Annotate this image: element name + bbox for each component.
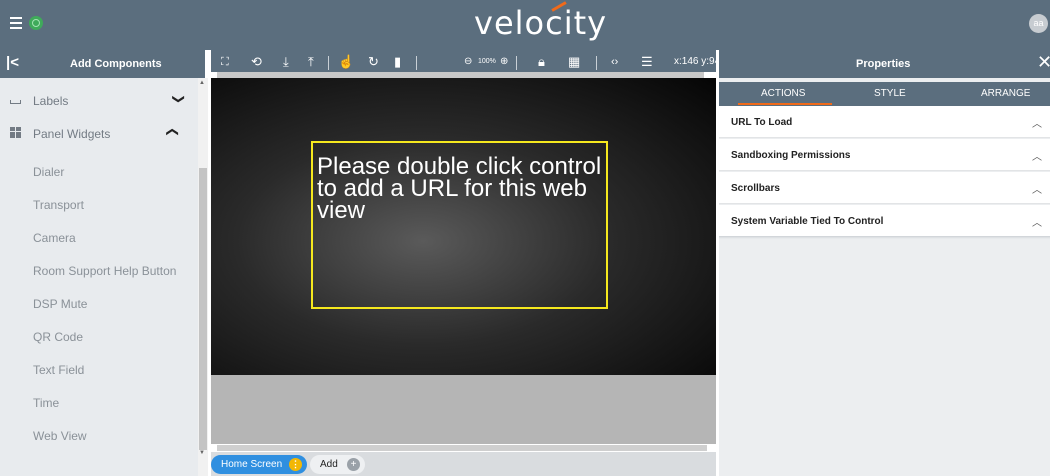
web-view-control[interactable]: Please double click control to add a URL…: [311, 141, 608, 309]
group-labels[interactable]: Labels ❯: [0, 84, 198, 117]
canvas-scroll-thumb[interactable]: [217, 445, 707, 451]
group-labels-label: Labels: [33, 94, 69, 108]
section-url-to-load[interactable]: URL To Load ︿: [719, 106, 1050, 138]
refresh-icon[interactable]: ↻: [368, 55, 379, 69]
tab-home-screen[interactable]: Home Screen ⋮: [211, 455, 307, 474]
more-options-icon[interactable]: ⋮: [289, 458, 302, 471]
grid-icon[interactable]: ▦: [568, 55, 580, 69]
list-item-dsp-mute[interactable]: DSP Mute: [33, 297, 87, 311]
left-scroll-thumb[interactable]: [199, 168, 207, 450]
group-panel-widgets-label: Panel Widgets: [33, 127, 111, 141]
toolbar-divider: [416, 56, 417, 70]
align-icon[interactable]: ☰: [641, 55, 653, 69]
tab-actions[interactable]: ACTIONS: [761, 88, 805, 99]
list-item-camera[interactable]: Camera: [33, 231, 76, 245]
section-sandboxing-permissions-title: Sandboxing Permissions: [731, 150, 851, 161]
section-scrollbars-title: Scrollbars: [731, 183, 780, 194]
zoom-out-icon[interactable]: ⊖: [464, 55, 472, 69]
list-item-transport[interactable]: Transport: [33, 198, 84, 212]
properties-header: Properties ✕: [719, 50, 1050, 78]
toolbar-divider: [328, 56, 329, 70]
chevron-up-icon[interactable]: ❮: [166, 127, 180, 137]
web-view-placeholder-text: Please double click control to add a URL…: [317, 153, 602, 224]
cursor-coordinates: x:146 y:94: [674, 56, 716, 67]
page-tabs-bar: Home Screen ⋮ Add +: [211, 452, 716, 476]
properties-tabs: ACTIONS STYLE ARRANGE: [719, 82, 1050, 106]
properties-title: Properties: [856, 58, 911, 70]
list-item-time[interactable]: Time: [33, 396, 59, 410]
code-icon[interactable]: ‹›: [611, 55, 618, 69]
list-item-web-view[interactable]: Web View: [33, 429, 87, 443]
collapse-panel-icon[interactable]: |<: [6, 54, 19, 71]
section-scrollbars[interactable]: Scrollbars ︿: [719, 172, 1050, 204]
chevron-up-icon[interactable]: ︿: [1032, 148, 1042, 163]
rotate-icon[interactable]: ⟲: [251, 55, 262, 69]
tab-arrange[interactable]: ARRANGE: [981, 88, 1030, 99]
zoom-in-icon[interactable]: ⊕: [500, 55, 508, 69]
left-scrollbar[interactable]: ▲ ▼: [198, 78, 208, 476]
add-components-title: Add Components: [70, 58, 162, 70]
tab-add-label: Add: [320, 459, 338, 470]
component-list: Labels ❯ Panel Widgets ❮ Dialer Transpor…: [0, 78, 198, 476]
globe-icon[interactable]: [29, 16, 43, 30]
list-item-dialer[interactable]: Dialer: [33, 165, 64, 179]
web-view-background: Please double click control to add a URL…: [211, 78, 716, 375]
list-item-qr-code[interactable]: QR Code: [33, 330, 83, 344]
chevron-up-icon[interactable]: ︿: [1032, 181, 1042, 196]
scroll-down-icon[interactable]: ▼: [199, 450, 205, 456]
group-panel-widgets[interactable]: Panel Widgets ❮: [0, 117, 198, 150]
tab-style[interactable]: STYLE: [874, 88, 906, 99]
accordion-shadow: [719, 236, 1050, 239]
touch-icon[interactable]: ☝: [338, 55, 354, 69]
plus-icon[interactable]: +: [347, 458, 360, 471]
download-icon[interactable]: ⤓: [283, 55, 289, 69]
user-avatar[interactable]: aa: [1029, 14, 1048, 33]
active-tab-indicator: [738, 103, 832, 105]
zoom-level: 100%: [478, 58, 496, 65]
scroll-up-icon[interactable]: ▲: [199, 80, 205, 86]
section-sandboxing-permissions[interactable]: Sandboxing Permissions ︿: [719, 139, 1050, 171]
section-system-variable-title: System Variable Tied To Control: [731, 216, 884, 227]
upload-icon[interactable]: ⤒: [308, 55, 314, 69]
chevron-up-icon[interactable]: ︿: [1032, 214, 1042, 229]
screen-fit-icon[interactable]: ⛶: [221, 55, 229, 69]
toolbar-divider: [516, 56, 517, 70]
widgets-icon: [10, 127, 21, 138]
app-window: velocity aa |< Add Components Labels ❯ P…: [0, 0, 1050, 476]
section-url-to-load-title: URL To Load: [731, 117, 793, 128]
section-system-variable[interactable]: System Variable Tied To Control ︿: [719, 205, 1050, 237]
chevron-up-icon[interactable]: ︿: [1032, 115, 1042, 130]
toolbar-divider: [596, 56, 597, 70]
add-components-header: |< Add Components: [0, 50, 205, 78]
list-item-room-support-help-button[interactable]: Room Support Help Button: [33, 264, 176, 278]
canvas-scrollbar[interactable]: [211, 444, 716, 452]
chevron-down-icon[interactable]: ❯: [172, 94, 186, 104]
labels-icon: [10, 100, 21, 104]
top-bar: velocity aa: [0, 0, 1050, 50]
list-item-text-field[interactable]: Text Field: [33, 363, 84, 377]
velocity-logo: velocity: [474, 4, 608, 42]
canvas-toolbar: ⛶ ⟲ ⤓ ⤒ ☝ ↻ ▮ ⊖ 100% ⊕ 🔒︎ ▦ ‹› ☰ x:146 y…: [211, 50, 716, 78]
tab-add-page[interactable]: Add +: [310, 455, 365, 474]
tab-home-screen-label: Home Screen: [221, 459, 283, 470]
close-icon[interactable]: ✕: [1037, 52, 1050, 73]
design-canvas[interactable]: Please double click control to add a URL…: [211, 78, 716, 444]
lock-icon[interactable]: 🔒︎: [538, 55, 545, 69]
hamburger-menu-icon[interactable]: [8, 14, 24, 30]
device-icon[interactable]: ▮: [394, 55, 401, 69]
